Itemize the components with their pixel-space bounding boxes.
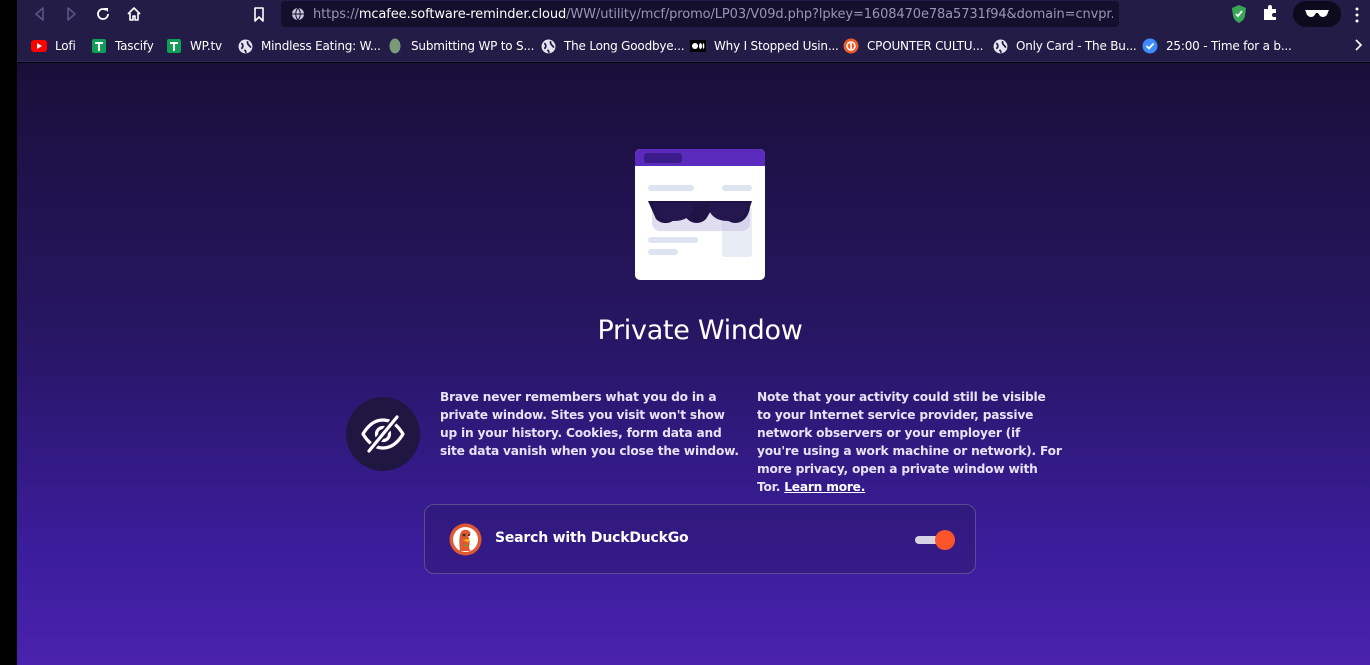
url-path: /WW/utility/mcf/promo/LP03/V09d.php?lpke…	[566, 6, 1113, 22]
desktop-edge	[0, 0, 17, 665]
search-engine-card: Search with DuckDuckGo	[424, 504, 976, 574]
menu-icon	[1355, 7, 1359, 23]
bookmark-item[interactable]: The Long Goodbye...	[540, 37, 685, 55]
youtube-icon	[31, 38, 47, 54]
medium-icon	[690, 38, 706, 54]
private-info-paragraph: Brave never remembers what you do in a p…	[440, 390, 739, 458]
forward-arrow-icon	[67, 7, 76, 21]
duckduckgo-logo	[449, 523, 482, 556]
sunglasses-icon	[1305, 10, 1329, 17]
shield-icon	[1232, 5, 1246, 23]
bookmark-item[interactable]: Mindless Eating: W...	[237, 37, 381, 55]
back-button[interactable]	[29, 3, 51, 25]
bookmark-label: Why I Stopped Usin...	[714, 39, 839, 53]
browser-sunglasses-illustration	[635, 149, 765, 280]
bookmark-item[interactable]: Only Card - The Bu...	[992, 37, 1137, 55]
bookmark-item[interactable]: WP.tv	[166, 37, 222, 55]
globe-icon	[992, 38, 1008, 54]
address-bar[interactable]: https://mcafee.software-reminder.cloud/W…	[281, 1, 1119, 27]
bookmark-label: The Long Goodbye...	[564, 39, 685, 53]
forward-button[interactable]	[60, 3, 82, 25]
leaf-icon	[387, 38, 403, 54]
duckduckgo-icon	[449, 523, 482, 556]
eye-off-icon	[361, 414, 405, 454]
private-window-badge[interactable]	[1293, 1, 1341, 27]
tor-info-paragraph: Note that your activity could still be v…	[757, 388, 1062, 496]
globe-icon	[540, 38, 556, 54]
extensions-button[interactable]	[1261, 4, 1279, 27]
check-circle-icon	[1142, 38, 1158, 54]
home-button[interactable]	[123, 3, 145, 25]
site-info-globe-icon[interactable]	[291, 7, 305, 21]
tor-info-text: Note that your activity could still be v…	[757, 390, 1062, 494]
bookmark-item[interactable]: 25:00 - Time for a b...	[1142, 37, 1292, 55]
brave-shields-button[interactable]	[1230, 4, 1248, 29]
bookmark-item[interactable]: Lofi	[31, 37, 76, 55]
bookmark-label: Tascify	[115, 39, 154, 53]
url-host: mcafee.software-reminder.cloud	[358, 6, 567, 22]
page-title: Private Window	[597, 315, 803, 346]
bookmark-label: WP.tv	[190, 39, 222, 53]
chevron-right-icon	[1355, 39, 1363, 51]
bookmark-label: Only Card - The Bu...	[1016, 39, 1137, 53]
home-icon	[127, 7, 141, 21]
bookmark-item[interactable]: Submitting WP to S...	[387, 37, 534, 55]
puzzle-icon	[1264, 5, 1276, 20]
new-tab-page: Private Window Brave never remembers wha…	[17, 63, 1370, 665]
bookmark-label: Submitting WP to S...	[411, 39, 535, 53]
bookmark-label: CPOUNTER CULTU...	[867, 39, 984, 53]
bookmarks-bar: Lofi Tascify WP.tv Mindless Eating: W...…	[17, 30, 1370, 62]
main-menu-button[interactable]	[1350, 4, 1364, 26]
learn-more-link[interactable]: Learn more.	[784, 480, 865, 494]
sheets-icon	[91, 38, 107, 54]
duckduckgo-toggle[interactable]	[915, 530, 957, 550]
bookmark-icon	[254, 6, 264, 22]
reload-button[interactable]	[92, 3, 114, 25]
reload-icon	[97, 8, 109, 20]
bookmark-item[interactable]: CPOUNTER CULTU...	[843, 37, 983, 55]
url-scheme: https://	[313, 6, 359, 22]
sheets-icon	[166, 38, 182, 54]
private-window-illustration	[634, 149, 766, 281]
toggle-knob	[935, 530, 955, 550]
globe-icon	[237, 38, 253, 54]
private-eye-badge	[346, 397, 420, 471]
bookmarks-overflow-button[interactable]	[1352, 38, 1364, 57]
url-text[interactable]: https://mcafee.software-reminder.cloud/W…	[313, 7, 1113, 22]
bookmark-page-button[interactable]	[248, 3, 270, 25]
bookmark-label: Mindless Eating: W...	[261, 39, 381, 53]
browser-toolbar: https://mcafee.software-reminder.cloud/W…	[17, 0, 1370, 30]
bookmark-label: 25:00 - Time for a b...	[1166, 39, 1292, 53]
orange-circle-icon	[843, 38, 859, 54]
bookmark-item[interactable]: Why I Stopped Usin...	[690, 37, 839, 55]
bookmark-item[interactable]: Tascify	[91, 37, 154, 55]
search-engine-label: Search with DuckDuckGo	[495, 530, 689, 546]
bookmark-label: Lofi	[55, 39, 76, 53]
back-arrow-icon	[35, 7, 44, 21]
